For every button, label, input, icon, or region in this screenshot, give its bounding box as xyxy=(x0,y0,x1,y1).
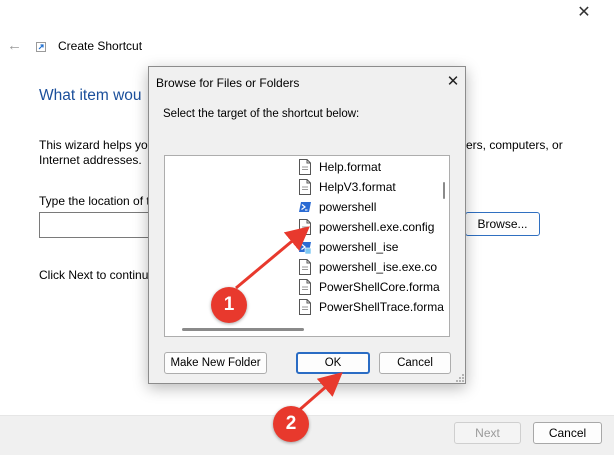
back-arrow-icon[interactable]: ← xyxy=(7,37,22,54)
dialog-prompt: Select the target of the shortcut below: xyxy=(163,108,360,120)
annotation-badge-1: 1 xyxy=(211,287,247,323)
wizard-description-right: ers, computers, or xyxy=(466,138,563,152)
browse-button[interactable]: Browse... xyxy=(465,212,540,236)
file-item[interactable]: powershell_ise xyxy=(298,237,398,257)
shortcut-icon xyxy=(36,42,46,52)
ok-button[interactable]: OK xyxy=(296,352,370,374)
wizard-heading: What item wou xyxy=(39,87,142,104)
location-label: Type the location of t xyxy=(39,194,150,208)
file-item[interactable]: PowerShellTrace.forma xyxy=(298,297,444,317)
file-name: Help.format xyxy=(319,160,382,174)
document-icon xyxy=(299,299,311,315)
location-input[interactable] xyxy=(39,212,160,238)
file-item[interactable]: HelpV3.format xyxy=(298,177,396,197)
file-name: HelpV3.format xyxy=(319,180,396,194)
document-icon xyxy=(299,159,311,175)
dialog-cancel-button[interactable]: Cancel xyxy=(379,352,451,374)
next-button[interactable]: Next xyxy=(454,422,521,444)
powershell-ise-icon xyxy=(299,242,312,255)
browse-dialog: Browse for Files or Folders ✕ Select the… xyxy=(148,66,466,384)
powershell-icon xyxy=(299,202,311,212)
document-icon xyxy=(299,219,311,235)
file-name: powershell.exe.config xyxy=(319,220,435,234)
file-name: PowerShellCore.forma xyxy=(319,280,440,294)
document-icon xyxy=(299,259,311,275)
file-item[interactable]: powershell.exe.config xyxy=(298,217,434,237)
file-name: powershell_ise.exe.co xyxy=(319,260,438,274)
dialog-close-button[interactable]: ✕ xyxy=(443,71,463,91)
vertical-scrollbar[interactable] xyxy=(443,182,445,199)
file-item[interactable]: PowerShellCore.forma xyxy=(298,277,440,297)
click-next-text: Click Next to continu xyxy=(39,268,149,282)
make-new-folder-button[interactable]: Make New Folder xyxy=(164,352,267,374)
file-name: powershell_ise xyxy=(319,240,399,254)
window-title: Create Shortcut xyxy=(58,39,143,53)
document-icon xyxy=(299,179,311,195)
annotation-badge-2: 2 xyxy=(273,406,309,442)
file-item[interactable]: Help.format xyxy=(298,157,381,177)
wizard-cancel-button[interactable]: Cancel xyxy=(533,422,602,444)
file-item[interactable]: powershell_ise.exe.co xyxy=(298,257,437,277)
window-close-button[interactable]: ✕ xyxy=(572,2,596,22)
document-icon xyxy=(299,279,311,295)
file-tree[interactable]: Help.format HelpV3.format powershell pow… xyxy=(164,155,450,337)
file-name: PowerShellTrace.forma xyxy=(319,300,444,314)
resize-grip-icon[interactable] xyxy=(455,373,465,383)
file-name: powershell xyxy=(319,200,377,214)
dialog-title: Browse for Files or Folders xyxy=(156,76,300,90)
horizontal-scrollbar[interactable] xyxy=(182,328,304,331)
file-item[interactable]: powershell xyxy=(298,197,376,217)
